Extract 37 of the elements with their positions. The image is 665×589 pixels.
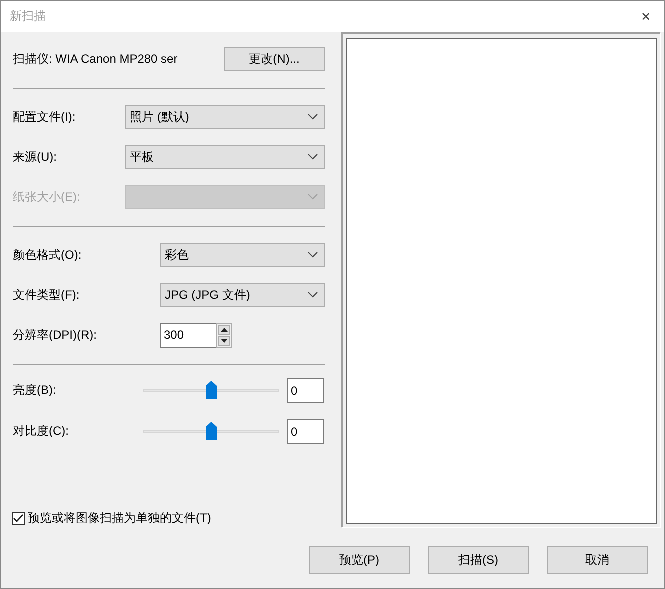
close-button[interactable]: ✕ bbox=[628, 2, 664, 32]
dropdown[interactable]: 平板 bbox=[125, 145, 325, 169]
down-arrow-icon bbox=[220, 338, 228, 342]
field-label: 来源(U): bbox=[13, 148, 58, 166]
window-title: 新扫描 bbox=[10, 8, 46, 25]
spin-up-button[interactable] bbox=[218, 324, 230, 334]
dialog-button[interactable]: 预览(P) bbox=[309, 546, 410, 574]
chevron-down-icon bbox=[308, 292, 318, 298]
chevron-down-icon bbox=[308, 154, 318, 160]
value-field[interactable]: 0 bbox=[287, 418, 324, 444]
checkbox[interactable] bbox=[12, 512, 25, 524]
chevron-down-icon bbox=[308, 114, 318, 120]
field-label: 亮度(B): bbox=[13, 382, 58, 398]
slider-thumb[interactable] bbox=[206, 422, 217, 440]
change-button[interactable]: 更改(N)... bbox=[224, 47, 325, 71]
slider[interactable] bbox=[143, 422, 279, 440]
field-label: 文件类型(F): bbox=[13, 286, 81, 304]
spin-down-button[interactable] bbox=[218, 336, 230, 346]
dropdown[interactable]: 照片 (默认) bbox=[125, 105, 325, 129]
dropdown[interactable]: JPG (JPG 文件) bbox=[160, 283, 325, 307]
value-field[interactable]: 0 bbox=[287, 378, 324, 402]
chevron-down-icon bbox=[308, 194, 318, 200]
field-label: 配置文件(I): bbox=[13, 108, 77, 126]
field-label: 颜色格式(O): bbox=[13, 246, 83, 264]
up-arrow-icon bbox=[220, 328, 228, 332]
dialog-button[interactable]: 扫描(S) bbox=[428, 546, 529, 574]
slider[interactable] bbox=[143, 381, 279, 399]
resolution-field[interactable]: 300 bbox=[160, 322, 216, 348]
slider-thumb[interactable] bbox=[206, 381, 217, 399]
scanner-label: 扫描仪: WIA Canon MP280 ser bbox=[13, 50, 178, 68]
chevron-down-icon bbox=[308, 252, 318, 258]
field-label: 对比度(C): bbox=[13, 422, 70, 440]
field-label: 纸张大小(E): bbox=[13, 188, 82, 206]
dialog-button[interactable]: 取消 bbox=[547, 546, 648, 574]
dropdown[interactable]: 彩色 bbox=[160, 243, 325, 267]
checkbox-label: 预览或将图像扫描为单独的文件(T) bbox=[28, 510, 212, 526]
field-label: 分辨率(DPI)(R): bbox=[13, 326, 98, 344]
